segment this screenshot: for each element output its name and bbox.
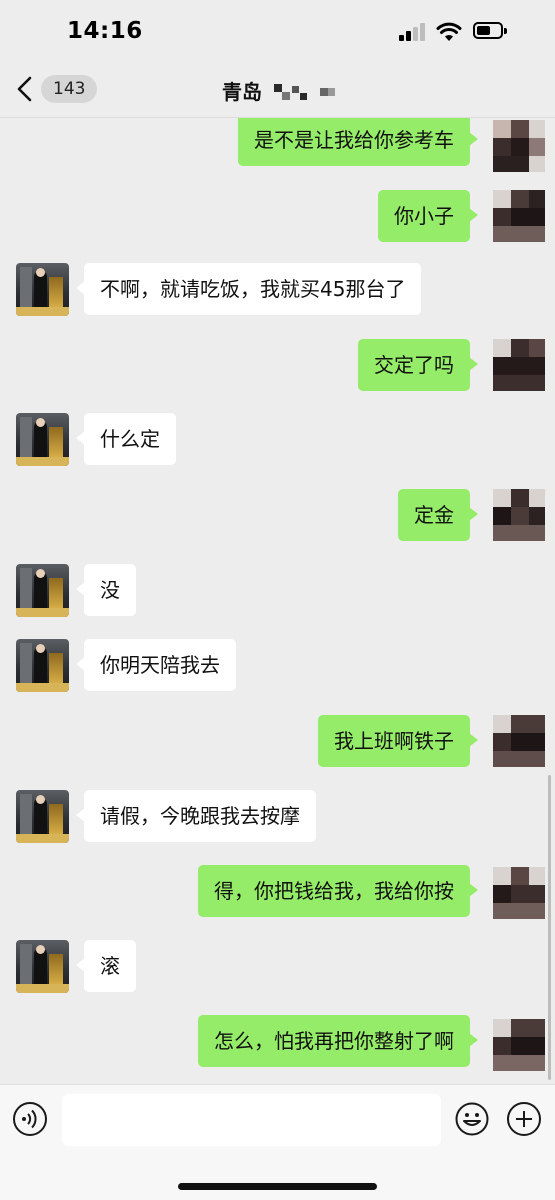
message-row-incoming: 请假，今晚跟我去按摩	[0, 790, 555, 850]
message-row-incoming: 你明天陪我去	[0, 639, 555, 699]
scrollbar[interactable]	[548, 775, 551, 1080]
chevron-left-icon	[17, 76, 32, 102]
avatar[interactable]	[16, 639, 69, 692]
message-bubble[interactable]: 得，你把钱给我，我给你按	[198, 865, 478, 917]
message-row-incoming: 滚	[0, 940, 555, 1000]
avatar[interactable]	[16, 790, 69, 843]
message-row-outgoing: 你小子	[0, 190, 555, 250]
message-bubble[interactable]: 定金	[398, 489, 478, 541]
chat-screen: 14:16 143 青岛 是不是让我给你参考车 你小子 不啊，就请吃饭，我就买4…	[0, 0, 555, 1200]
voice-button[interactable]	[13, 1102, 47, 1136]
message-bubble[interactable]: 什么定	[76, 413, 176, 465]
message-row-outgoing: 定金	[0, 489, 555, 549]
back-button[interactable]: 143	[14, 72, 98, 106]
message-row-outgoing: 怎么，怕我再把你整射了啊	[0, 1015, 555, 1075]
avatar[interactable]	[493, 489, 545, 541]
avatar[interactable]	[493, 120, 545, 172]
avatar[interactable]	[16, 263, 69, 316]
message-input[interactable]	[62, 1094, 441, 1146]
message-bubble[interactable]: 交定了吗	[358, 339, 478, 391]
cellular-signal-icon	[399, 23, 429, 41]
message-bubble[interactable]: 滚	[76, 940, 136, 992]
message-row-outgoing: 是不是让我给你参考车	[0, 118, 555, 178]
avatar[interactable]	[493, 1019, 545, 1071]
message-bubble[interactable]: 是不是让我给你参考车	[238, 118, 478, 166]
battery-icon	[473, 22, 507, 39]
message-row-incoming: 什么定	[0, 413, 555, 473]
message-row-outgoing: 我上班啊铁子	[0, 715, 555, 775]
message-bubble[interactable]: 我上班啊铁子	[318, 715, 478, 767]
voice-icon	[22, 1109, 37, 1129]
avatar[interactable]	[493, 867, 545, 919]
avatar[interactable]	[493, 190, 545, 242]
message-bubble[interactable]: 你明天陪我去	[76, 639, 236, 691]
message-bubble[interactable]: 不啊，就请吃饭，我就买45那台了	[75, 263, 422, 315]
nav-bar: 143 青岛	[0, 62, 555, 118]
message-bubble[interactable]: 怎么，怕我再把你整射了啊	[198, 1015, 478, 1067]
plus-icon[interactable]	[507, 1102, 541, 1136]
home-indicator	[178, 1183, 377, 1190]
avatar[interactable]	[16, 940, 69, 993]
input-bar	[0, 1084, 555, 1200]
message-bubble[interactable]: 你小子	[378, 190, 478, 242]
status-time: 14:16	[67, 18, 143, 44]
unread-count-badge: 143	[41, 75, 98, 103]
avatar[interactable]	[493, 339, 545, 391]
chat-title: 青岛	[222, 80, 262, 104]
message-row-outgoing: 得，你把钱给我，我给你按	[0, 865, 555, 925]
message-bubble[interactable]: 没	[76, 564, 136, 616]
emoji-icon[interactable]	[455, 1102, 489, 1136]
message-row-outgoing: 交定了吗	[0, 339, 555, 399]
avatar[interactable]	[16, 413, 69, 466]
avatar[interactable]	[493, 715, 545, 767]
redacted-name-mosaic	[270, 84, 340, 100]
message-list[interactable]: 是不是让我给你参考车 你小子 不啊，就请吃饭，我就买45那台了 交定了吗 什么定…	[0, 118, 555, 1084]
status-bar: 14:16	[0, 0, 555, 62]
message-bubble[interactable]: 请假，今晚跟我去按摩	[76, 790, 316, 842]
message-row-incoming: 不啊，就请吃饭，我就买45那台了	[0, 263, 555, 323]
avatar[interactable]	[16, 564, 69, 617]
wifi-icon	[436, 22, 462, 41]
message-row-incoming: 没	[0, 564, 555, 624]
